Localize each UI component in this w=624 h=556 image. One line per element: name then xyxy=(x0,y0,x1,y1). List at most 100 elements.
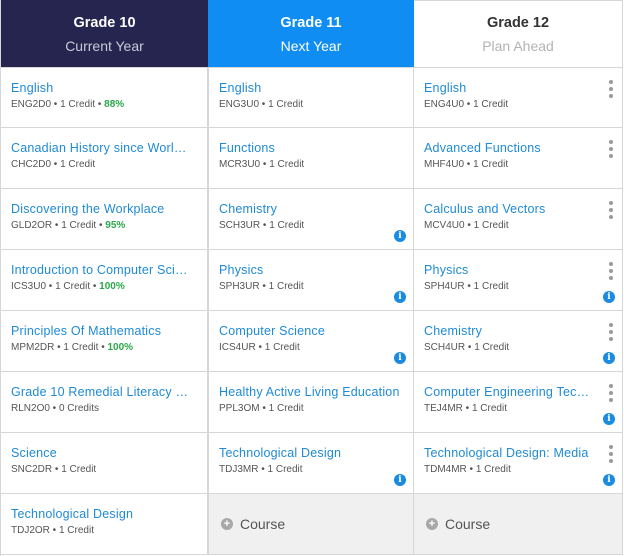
course-name-link[interactable]: Chemistry xyxy=(424,323,592,339)
kebab-menu-icon[interactable] xyxy=(608,445,614,463)
course-name-link[interactable]: English xyxy=(219,80,401,96)
course-card[interactable]: Advanced Functions MHF4U0 • 1 Credit xyxy=(414,128,623,189)
course-name-link[interactable]: Discovering the Workplace xyxy=(11,201,193,217)
kebab-menu-icon[interactable] xyxy=(608,323,614,341)
kebab-dot xyxy=(609,208,613,212)
grade-subtitle: Next Year xyxy=(280,37,342,54)
course-card[interactable]: Grade 10 Remedial Literacy Course RLN2O0 … xyxy=(1,372,208,433)
add-course-button[interactable]: + Course xyxy=(426,516,490,532)
kebab-menu-icon[interactable] xyxy=(608,80,614,98)
course-credits: 1 Credit xyxy=(473,99,509,110)
info-icon[interactable]: i xyxy=(603,474,615,486)
course-code: TDJ2OR xyxy=(11,525,50,536)
course-meta: TDJ3MR • 1 Credit xyxy=(219,464,403,476)
plus-circle-icon: + xyxy=(426,518,438,530)
kebab-menu-icon[interactable] xyxy=(608,140,614,158)
course-card[interactable]: Computer Engineering Technology TEJ4MR • … xyxy=(414,372,623,433)
course-card[interactable]: Discovering the Workplace GLD2OR • 1 Cred… xyxy=(1,189,208,250)
separator-dot: • xyxy=(52,464,62,475)
course-name-link[interactable]: Principles Of Mathematics xyxy=(11,323,193,339)
course-meta: ENG2D0 • 1 Credit • 88% xyxy=(11,99,197,111)
course-card[interactable]: Functions MCR3U0 • 1 Credit xyxy=(208,128,414,189)
course-code: RLN2O0 xyxy=(11,403,50,414)
course-card[interactable]: English ENG4U0 • 1 Credit xyxy=(414,67,623,128)
course-card[interactable]: Science SNC2DR • 1 Credit xyxy=(1,433,208,494)
course-meta: SCH3UR • 1 Credit xyxy=(219,220,403,232)
course-code: SNC2DR xyxy=(11,464,53,475)
course-code: ENG2D0 xyxy=(11,99,52,110)
course-grade: 100% xyxy=(107,342,134,353)
course-name-link[interactable]: English xyxy=(11,80,193,96)
course-code: SPH3UR xyxy=(219,281,260,292)
add-course-button[interactable]: + Course xyxy=(221,516,285,532)
course-card[interactable]: Physics SPH4UR • 1 Credit i xyxy=(414,250,623,311)
course-name-link[interactable]: Science xyxy=(11,445,193,461)
course-card[interactable]: Healthy Active Living Education PPL3OM • … xyxy=(208,372,414,433)
course-meta: SPH3UR • 1 Credit xyxy=(219,281,403,293)
separator-dot: • xyxy=(462,403,472,414)
kebab-menu-icon[interactable] xyxy=(608,201,614,219)
course-name-link[interactable]: Physics xyxy=(219,262,401,278)
course-name-link[interactable]: Technological Design xyxy=(11,506,193,522)
grade-title: Grade 12 xyxy=(486,15,550,31)
separator-dot: • xyxy=(260,220,270,231)
info-icon[interactable]: i xyxy=(603,352,615,364)
course-credits: 0 Credits xyxy=(58,403,99,414)
grade-title: Grade 10 xyxy=(73,14,136,31)
course-name-link[interactable]: Technological Design: Media xyxy=(424,445,592,461)
info-icon[interactable]: i xyxy=(394,230,406,242)
grade-11-header: Grade 11 Next Year xyxy=(208,0,414,67)
course-name-link[interactable]: Grade 10 Remedial Literacy Course xyxy=(11,384,193,400)
info-icon[interactable]: i xyxy=(603,291,615,303)
course-meta: ICS4UR • 1 Credit xyxy=(219,342,403,354)
course-card[interactable]: Technological Design: Media TDM4MR • 1 Cr… xyxy=(414,433,623,494)
separator-dot: • xyxy=(464,159,474,170)
course-card[interactable]: Technological Design TDJ3MR • 1 Credit i xyxy=(208,433,414,494)
course-name-link[interactable]: Canadian History since World War I xyxy=(11,140,193,156)
course-card[interactable]: Calculus and Vectors MCV4U0 • 1 Credit xyxy=(414,189,623,250)
info-icon[interactable]: i xyxy=(603,413,615,425)
course-name-link[interactable]: Computer Science xyxy=(219,323,401,339)
course-name-link[interactable]: Functions xyxy=(219,140,401,156)
course-name-link[interactable]: English xyxy=(424,80,592,96)
course-card[interactable]: Canadian History since World War I CHC2D0… xyxy=(1,128,208,189)
course-name-link[interactable]: Calculus and Vectors xyxy=(424,201,592,217)
course-name-link[interactable]: Introduction to Computer Science xyxy=(11,262,193,278)
course-credits: 1 Credit xyxy=(264,342,300,353)
info-icon[interactable]: i xyxy=(394,291,406,303)
separator-dot: • xyxy=(466,464,476,475)
course-name-link[interactable]: Computer Engineering Technology xyxy=(424,384,592,400)
kebab-menu-icon[interactable] xyxy=(608,262,614,280)
separator-dot: • xyxy=(260,159,270,170)
course-credits: 1 Credit xyxy=(269,220,305,231)
course-name-link[interactable]: Chemistry xyxy=(219,201,401,217)
course-meta: CHC2D0 • 1 Credit xyxy=(11,159,197,171)
course-card[interactable]: English ENG2D0 • 1 Credit • 88% xyxy=(1,67,208,128)
separator-dot: • xyxy=(51,159,61,170)
info-icon[interactable]: i xyxy=(394,352,406,364)
course-card[interactable]: English ENG3U0 • 1 Credit xyxy=(208,67,414,128)
course-meta: PPL3OM • 1 Credit xyxy=(219,403,403,415)
course-name-link[interactable]: Healthy Active Living Education xyxy=(219,384,401,400)
course-card[interactable]: Principles Of Mathematics MPM2DR • 1 Cred… xyxy=(1,311,208,372)
kebab-dot xyxy=(609,459,613,463)
course-card[interactable]: Chemistry SCH3UR • 1 Credit i xyxy=(208,189,414,250)
course-name-link[interactable]: Technological Design xyxy=(219,445,401,461)
plus-circle-icon: + xyxy=(221,518,233,530)
course-code: MHF4U0 xyxy=(424,159,465,170)
course-card[interactable]: Technological Design TDJ2OR • 1 Credit xyxy=(1,494,208,555)
course-meta: MHF4U0 • 1 Credit xyxy=(424,159,612,171)
kebab-menu-icon[interactable] xyxy=(608,384,614,402)
course-credits: 1 Credit xyxy=(471,403,507,414)
course-card[interactable]: Computer Science ICS4UR • 1 Credit i xyxy=(208,311,414,372)
separator-dot: • xyxy=(49,403,59,414)
kebab-dot xyxy=(609,80,613,84)
info-icon[interactable]: i xyxy=(394,474,406,486)
course-name-link[interactable]: Advanced Functions xyxy=(424,140,592,156)
course-meta: SNC2DR • 1 Credit xyxy=(11,464,197,476)
course-card[interactable]: Introduction to Computer Science ICS3U0 •… xyxy=(1,250,208,311)
course-card[interactable]: Physics SPH3UR • 1 Credit i xyxy=(208,250,414,311)
course-name-link[interactable]: Physics xyxy=(424,262,592,278)
kebab-dot xyxy=(609,384,613,388)
course-card[interactable]: Chemistry SCH4UR • 1 Credit i xyxy=(414,311,623,372)
